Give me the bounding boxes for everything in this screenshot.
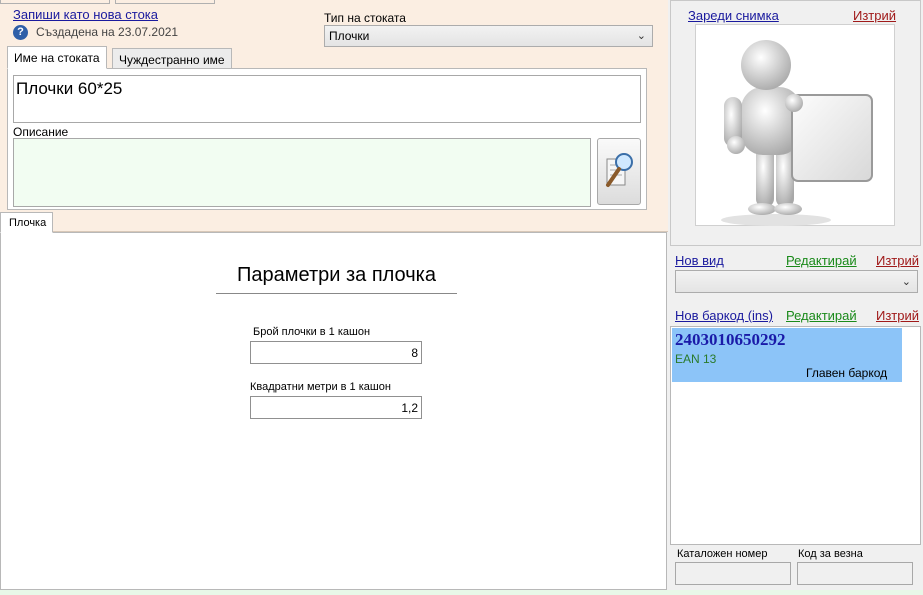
tab-foreign-name[interactable]: Чуждестранно име: [112, 48, 232, 69]
delete-kind-link[interactable]: Изтрий: [876, 253, 919, 268]
item-name-input[interactable]: Плочки 60*25: [13, 75, 641, 123]
description-input[interactable]: [13, 138, 591, 207]
description-search-button[interactable]: [597, 138, 641, 205]
product-photo[interactable]: [695, 24, 895, 226]
delete-photo-link[interactable]: Изтрий: [853, 8, 896, 23]
new-barcode-link[interactable]: Нов баркод (ins): [675, 308, 773, 323]
edit-barcode-link[interactable]: Редактирай: [786, 308, 857, 323]
tile-params-title: Параметри за плочка: [216, 264, 457, 294]
delete-barcode-link[interactable]: Изтрий: [876, 308, 919, 323]
top-tab-stub[interactable]: [0, 0, 110, 4]
created-date-text: Създадена на 23.07.2021: [36, 25, 179, 39]
chevron-down-icon: ⌄: [636, 30, 646, 42]
scale-code-input[interactable]: [797, 562, 913, 585]
description-label: Описание: [13, 125, 69, 139]
type-select-value: Плочки: [329, 29, 370, 43]
sqm-per-box-input[interactable]: 1,2: [250, 396, 422, 419]
catalog-number-input[interactable]: [675, 562, 791, 585]
chevron-down-icon: ⌄: [901, 276, 911, 288]
top-tab-stub[interactable]: [115, 0, 215, 4]
status-strip: [0, 590, 923, 595]
catalog-number-label: Каталожен номер: [677, 548, 768, 560]
new-kind-link[interactable]: Нов вид: [675, 253, 724, 268]
barcode-number: 2403010650292: [675, 330, 786, 349]
tiles-per-box-label: Брой плочки в 1 кашон: [253, 326, 371, 338]
magnifier-icon: [606, 153, 633, 187]
barcode-main-label: Главен баркод: [806, 366, 888, 380]
sqm-per-box-label: Квадратни метри в 1 кашон: [250, 381, 391, 393]
tab-tile[interactable]: Плочка: [0, 212, 53, 233]
edit-kind-link[interactable]: Редактирай: [786, 253, 857, 268]
type-select[interactable]: Плочки ⌄: [324, 25, 653, 47]
type-label: Тип на стоката: [324, 11, 406, 25]
save-as-new-link[interactable]: Запиши като нова стока: [13, 7, 158, 22]
load-photo-link[interactable]: Зареди снимка: [688, 8, 779, 23]
person-with-board-icon: [721, 40, 873, 226]
kind-select[interactable]: ⌄: [675, 270, 918, 293]
info-icon: ?: [13, 25, 28, 40]
scale-code-label: Код за везна: [798, 548, 863, 560]
barcode-type: EAN 13: [675, 352, 717, 366]
tab-item-name[interactable]: Име на стоката: [7, 46, 107, 69]
tiles-per-box-input[interactable]: 8: [250, 341, 422, 364]
